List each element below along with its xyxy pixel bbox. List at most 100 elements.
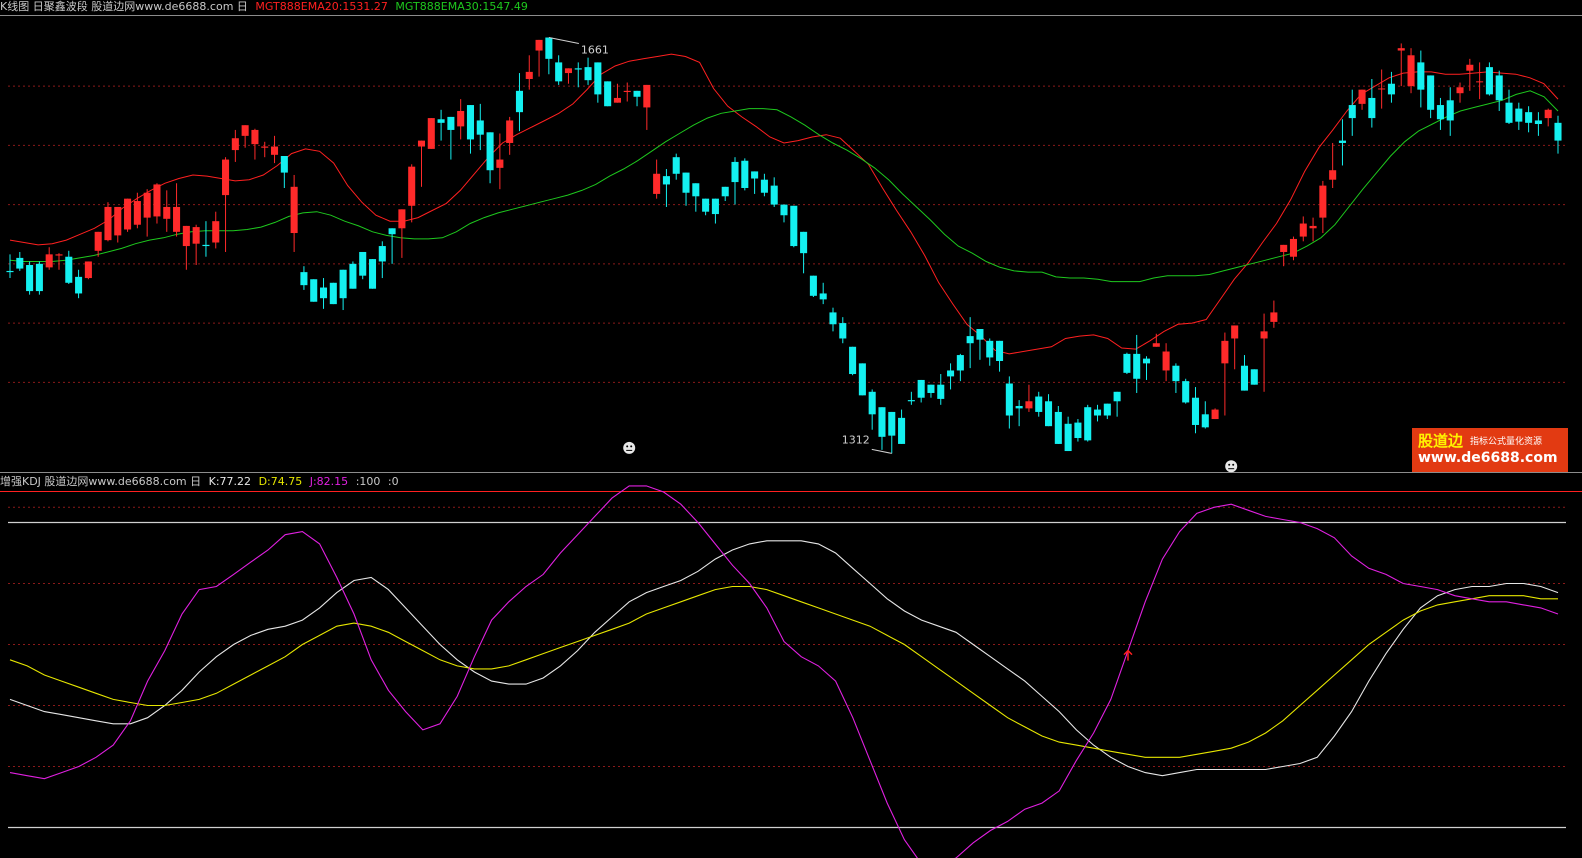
candle	[1309, 217, 1317, 242]
candle	[1133, 334, 1141, 393]
low-pointer	[871, 448, 892, 454]
candle-body	[368, 259, 377, 289]
candle-body	[1338, 140, 1346, 143]
candle-body	[996, 340, 1004, 361]
candle-body	[231, 138, 239, 151]
candle	[1446, 87, 1454, 136]
candle-body	[1436, 105, 1444, 120]
candle	[1182, 378, 1190, 404]
candle	[437, 109, 445, 141]
candle-body	[672, 157, 680, 174]
face-eye	[630, 445, 633, 448]
candle	[1456, 82, 1464, 103]
main-chart-annotations: 1661 1312	[548, 37, 892, 454]
candle	[790, 205, 798, 248]
candle-body	[55, 254, 63, 256]
watermark-url[interactable]: www.de6688.com	[1418, 450, 1558, 466]
kdj-chart-lines	[9, 485, 1559, 858]
candle-body	[937, 384, 945, 399]
high-price-label: 1661	[581, 44, 609, 57]
candle	[1084, 404, 1092, 442]
candle-body	[633, 90, 641, 97]
candle	[84, 261, 92, 280]
candle-body	[378, 246, 386, 262]
candle-body	[388, 228, 396, 235]
candle	[1240, 355, 1249, 391]
candle	[515, 73, 523, 132]
candle	[202, 221, 210, 257]
candle-body	[819, 293, 827, 300]
candle	[398, 209, 406, 258]
candle	[1231, 325, 1239, 370]
candle	[1123, 352, 1131, 375]
candle	[1191, 387, 1200, 434]
candle-body	[535, 39, 543, 51]
candle	[408, 164, 416, 223]
candle-body	[84, 261, 92, 279]
candle	[417, 140, 426, 187]
candle	[192, 224, 200, 266]
candle-body	[1348, 105, 1356, 119]
candle	[711, 198, 719, 224]
candle-body	[878, 407, 886, 437]
face-circle	[623, 441, 636, 454]
candle	[917, 379, 925, 403]
candle-body	[1505, 102, 1513, 123]
candle	[947, 363, 955, 390]
candle-body	[555, 62, 563, 82]
candle	[868, 389, 876, 430]
candle-body	[6, 270, 14, 273]
candle-body	[721, 186, 729, 197]
candle-body	[515, 90, 523, 113]
candle-body	[1260, 331, 1268, 339]
candle	[858, 363, 866, 396]
candle	[1025, 384, 1033, 412]
candle-body	[790, 205, 798, 247]
candle-body	[1289, 238, 1297, 257]
candle	[1270, 300, 1278, 328]
candle-body	[692, 183, 700, 197]
candle-body	[1221, 340, 1229, 364]
candle	[359, 251, 367, 280]
candle	[1348, 89, 1356, 136]
candle-body	[1015, 406, 1023, 409]
candle	[1544, 108, 1552, 127]
candle-body	[888, 411, 896, 436]
candle-body	[623, 90, 631, 93]
candle-body	[65, 256, 73, 283]
candle	[555, 55, 563, 85]
candle	[1093, 404, 1102, 422]
candle	[780, 204, 788, 223]
candle-body	[339, 269, 347, 299]
candle	[604, 81, 612, 107]
candle-body	[947, 370, 955, 377]
candle	[496, 133, 504, 190]
candle	[16, 251, 24, 271]
candle-body	[212, 221, 220, 243]
candle	[339, 269, 347, 311]
candle-body	[94, 231, 102, 251]
candle	[1260, 313, 1268, 392]
candle-body	[261, 146, 269, 148]
candle	[721, 186, 729, 202]
candle	[1397, 43, 1405, 87]
candle-body	[751, 171, 759, 179]
candle	[94, 231, 102, 257]
candle	[1466, 58, 1474, 91]
candle-body	[1525, 112, 1533, 123]
watermark-badge[interactable]: 股道边 指标公式量化资源 www.de6688.com	[1412, 428, 1568, 472]
candle-body	[1446, 100, 1454, 121]
candle-body	[290, 186, 298, 234]
candle	[1436, 97, 1444, 130]
candle	[1299, 216, 1307, 242]
candle	[986, 338, 994, 366]
candle	[349, 261, 357, 289]
candle-body	[1133, 353, 1141, 379]
candle	[1152, 333, 1160, 347]
line-j	[9, 485, 1559, 858]
candle	[623, 82, 631, 102]
candle-body	[1417, 62, 1425, 90]
candle-body	[1456, 87, 1464, 94]
candle-body	[1182, 381, 1190, 403]
candle-body	[1534, 120, 1542, 125]
